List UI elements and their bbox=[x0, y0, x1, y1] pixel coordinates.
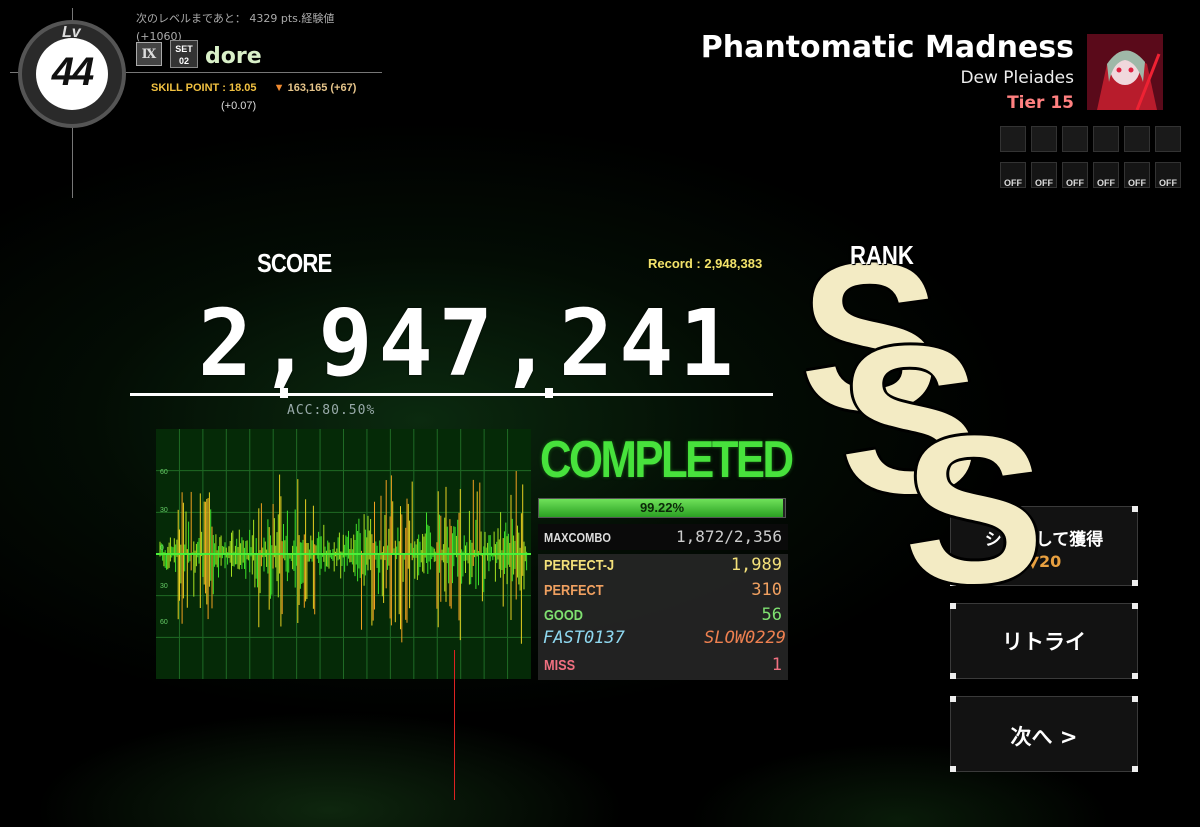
clear-gauge: 99.22% bbox=[538, 498, 786, 518]
score-label: SCORE bbox=[257, 248, 332, 278]
option-status: OFF bbox=[1031, 162, 1057, 188]
graph-tick: 60 bbox=[160, 619, 168, 626]
dan-badge: Ⅸ bbox=[136, 42, 162, 66]
graph-tick: 30 bbox=[160, 583, 168, 590]
judgement-panel: PERFECT-J 1,989 PERFECT 310 GOOD 56 FAST… bbox=[538, 554, 788, 680]
judgement-row: MISS 1 bbox=[538, 654, 788, 678]
next-level-text: 次のレベルまであと： 4329 pts.経験値 bbox=[136, 12, 335, 25]
corner bbox=[1132, 673, 1138, 679]
option-status-row: OFF OFF OFF OFF OFF OFF bbox=[1000, 162, 1181, 188]
maxcombo-label: MAXCOMBO bbox=[544, 530, 611, 545]
miss-label: MISS bbox=[544, 657, 576, 674]
judgement-value: 1,989 bbox=[730, 555, 782, 575]
set-label: SET bbox=[175, 44, 193, 54]
rank-label: RANK bbox=[850, 240, 914, 270]
slow-count: SLOW0229 bbox=[704, 628, 786, 648]
judgement-label: PERFECT bbox=[544, 582, 604, 599]
skill-point: SKILL POINT : 18.05 bbox=[151, 82, 257, 94]
score-underline bbox=[130, 393, 773, 396]
option-slot bbox=[1031, 126, 1057, 152]
judgement-value: 310 bbox=[751, 580, 782, 600]
song-artist: Dew Pleiades bbox=[960, 68, 1074, 88]
maxcombo-row: MAXCOMBO 1,872/2,356 bbox=[538, 524, 788, 550]
skill-delta: (+0.07) bbox=[221, 100, 257, 112]
skill-info: SKILL POINT : 18.05 ▼ 163,165 (+67) bbox=[151, 82, 356, 94]
corner bbox=[1132, 696, 1138, 702]
song-jacket-image bbox=[1087, 34, 1163, 110]
maxcombo-value: 1,872/2,356 bbox=[676, 527, 782, 546]
graph-cursor-line bbox=[454, 650, 455, 800]
graph-tick: 30 bbox=[160, 507, 168, 514]
option-icons-row bbox=[1000, 126, 1181, 152]
record-score: Record : 2,948,383 bbox=[648, 256, 763, 271]
clear-status: COMPLETED bbox=[540, 431, 794, 489]
option-status: OFF bbox=[1093, 162, 1119, 188]
retry-label: リトライ bbox=[1002, 630, 1086, 654]
option-slot bbox=[1062, 126, 1088, 152]
song-title: Phantomatic Madness bbox=[700, 30, 1074, 65]
corner bbox=[950, 766, 956, 772]
score-marker bbox=[545, 388, 553, 398]
judgement-row: PERFECT 310 bbox=[538, 579, 788, 603]
rank-letter: S bbox=[904, 392, 1045, 627]
points-value: 163,165 (+67) bbox=[287, 82, 357, 94]
judgement-label: PERFECT-J bbox=[544, 557, 615, 574]
clear-gauge-text: 99.22% bbox=[639, 500, 685, 515]
corner bbox=[1132, 766, 1138, 772]
judgement-row: PERFECT-J 1,989 bbox=[538, 554, 788, 578]
option-slot bbox=[1155, 126, 1181, 152]
graph-tick: 60 bbox=[160, 469, 168, 476]
graph-tick: 0 bbox=[160, 545, 164, 552]
points-icon: ▼ bbox=[273, 82, 285, 94]
option-status: OFF bbox=[1062, 162, 1088, 188]
timing-graph-plot bbox=[156, 429, 531, 679]
score-marker bbox=[280, 388, 288, 398]
option-slot bbox=[1000, 126, 1026, 152]
exp-info: 次のレベルまであと： 4329 pts.経験値 (+1060) bbox=[136, 10, 334, 46]
miss-value: 1 bbox=[771, 655, 782, 675]
option-status: OFF bbox=[1155, 162, 1181, 188]
timing-graph bbox=[156, 429, 531, 679]
song-tier: Tier 15 bbox=[1007, 93, 1074, 113]
corner bbox=[950, 673, 956, 679]
player-name: dore bbox=[205, 44, 262, 69]
corner bbox=[1132, 580, 1138, 586]
level-number: 44 bbox=[51, 50, 95, 94]
set-number: 02 bbox=[178, 56, 189, 66]
option-slot bbox=[1093, 126, 1119, 152]
set-badge: SET 02 bbox=[170, 40, 198, 68]
corner bbox=[950, 696, 956, 702]
corner bbox=[1132, 603, 1138, 609]
judgement-row: GOOD 56 bbox=[538, 604, 788, 628]
score-value: 2,947,241 bbox=[198, 290, 740, 397]
next-label: 次へ > bbox=[1010, 725, 1078, 749]
next-button[interactable]: 次へ > bbox=[950, 696, 1138, 772]
fast-count: FAST0137 bbox=[543, 628, 625, 648]
judgement-value: 56 bbox=[761, 605, 782, 625]
option-status: OFF bbox=[1000, 162, 1026, 188]
judgement-label: GOOD bbox=[544, 607, 583, 624]
level-label: Lv bbox=[62, 24, 81, 41]
option-status: OFF bbox=[1124, 162, 1150, 188]
option-slot bbox=[1124, 126, 1150, 152]
accuracy: ACC:80.50% bbox=[287, 403, 376, 418]
corner bbox=[1132, 506, 1138, 512]
